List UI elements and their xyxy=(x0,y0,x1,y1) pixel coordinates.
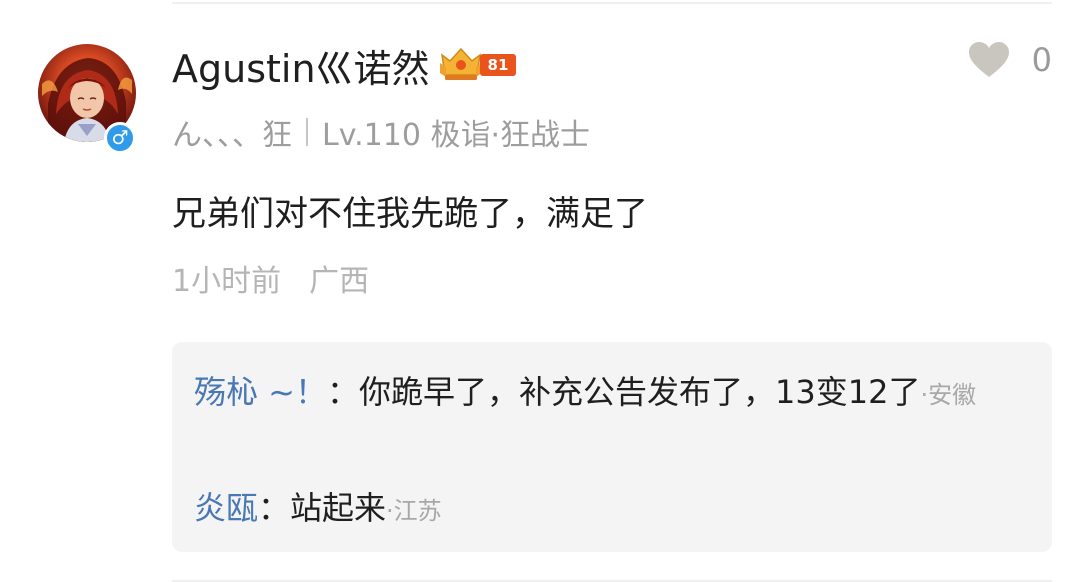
like-count: 0 xyxy=(1031,41,1052,79)
reply-text: 站起来 xyxy=(290,489,387,527)
reply-location: ·安徽 xyxy=(920,381,977,409)
replies-box[interactable]: 殇杺 ~！：你跪早了，补充公告发布了，13变12了·安徽 炎瓯：站起来·江苏 xyxy=(172,342,1052,552)
user-signature: ん、、、狂 xyxy=(172,118,292,153)
crown-badge-icon xyxy=(439,47,482,80)
reply-separator: ： xyxy=(258,489,291,527)
user-level: Lv.110 极诣·狂战士 xyxy=(322,118,591,153)
reply-item[interactable]: 殇杺 ~！：你跪早了，补充公告发布了，13变12了·安徽 xyxy=(194,364,1024,423)
like-button[interactable]: 0 xyxy=(968,38,1052,82)
heart-icon xyxy=(968,42,1009,77)
meta-divider xyxy=(306,118,308,146)
top-divider xyxy=(172,2,1052,4)
reply-separator: ： xyxy=(327,373,360,411)
reply-username[interactable]: 殇杺 ~！ xyxy=(194,373,327,411)
username-row: Agustin巛诺然 81 xyxy=(172,38,517,93)
comment-time-row: 1小时前 广西 xyxy=(172,256,369,300)
reply-item[interactable]: 炎瓯：站起来·江苏 xyxy=(194,480,442,539)
male-icon: ♂ xyxy=(104,122,136,154)
username[interactable]: Agustin巛诺然 xyxy=(172,38,430,93)
rank-level: 81 xyxy=(479,54,517,76)
reply-text: 你跪早了，补充公告发布了，13变12了 xyxy=(359,373,921,411)
rank-badge[interactable]: 81 xyxy=(438,47,517,83)
reply-location: ·江苏 xyxy=(386,497,442,525)
comment-time: 1小时前 xyxy=(172,264,282,299)
comment-location: 广西 xyxy=(309,264,370,299)
reply-username[interactable]: 炎瓯 xyxy=(194,489,258,527)
user-meta: ん、、、狂 Lv.110 极诣·狂战士 xyxy=(172,110,590,154)
comment-text: 兄弟们对不住我先跪了，满足了 xyxy=(172,194,648,234)
